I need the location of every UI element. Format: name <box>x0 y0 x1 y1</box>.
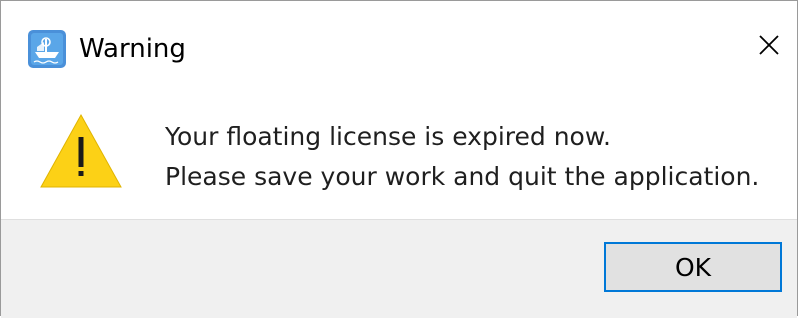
warning-triangle-icon <box>39 113 123 189</box>
dialog-title: Warning <box>79 34 186 64</box>
app-logo-icon <box>28 30 66 68</box>
button-bar: OK <box>1 219 797 318</box>
message-text: Your floating license is expired now. Pl… <box>165 117 759 197</box>
close-icon <box>758 34 780 60</box>
message-line-2: Please save your work and quit the appli… <box>165 162 760 191</box>
warning-dialog: Warning Your floating license is expired… <box>0 0 798 318</box>
ok-button[interactable]: OK <box>604 242 782 292</box>
title-bar: Warning <box>1 1 797 95</box>
message-area: Your floating license is expired now. Pl… <box>1 95 797 219</box>
close-button[interactable] <box>741 21 797 73</box>
message-line-1: Your floating license is expired now. <box>165 122 611 151</box>
